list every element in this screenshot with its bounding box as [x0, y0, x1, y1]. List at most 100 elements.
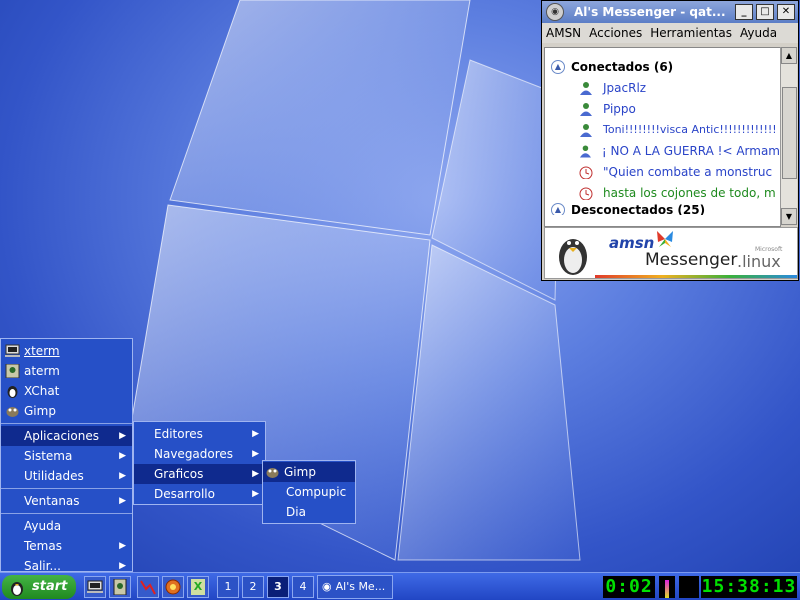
maximize-button[interactable]: □ — [756, 4, 774, 20]
contact-item[interactable]: "Quien combate a monstruc — [579, 161, 780, 182]
task-button-messenger[interactable]: ◉ Al's Me... — [317, 574, 393, 599]
menu-item-utilidades[interactable]: Utilidades ▶ — [1, 466, 132, 486]
launcher-aterm[interactable] — [109, 575, 131, 598]
aterm-icon — [113, 578, 127, 595]
banner-messenger-text: Messenger — [645, 250, 738, 270]
scrollbar-thumb[interactable] — [782, 87, 797, 179]
minimize-button[interactable]: _ — [735, 4, 753, 20]
menu-acciones[interactable]: Acciones — [585, 26, 646, 40]
menu-item-xchat[interactable]: XChat — [1, 381, 132, 401]
contact-item[interactable]: Toni!!!!!!!!visca Antic!!!!!!!!!!!!! — [579, 119, 780, 140]
start-label: start — [32, 579, 68, 594]
menu-ayuda[interactable]: Ayuda — [736, 26, 781, 40]
launcher-firebird[interactable] — [162, 575, 184, 598]
scroll-up-icon[interactable]: ▲ — [781, 47, 797, 64]
contact-list[interactable]: ▲ Conectados (6) JpacRlz Pippo Toni!!!!!… — [544, 47, 781, 227]
buddy-away-icon — [579, 187, 593, 200]
submenu-item-navegadores[interactable]: Navegadores ▶ — [134, 444, 265, 464]
aterm-icon — [5, 364, 20, 378]
workspace-4[interactable]: 4 — [292, 575, 314, 598]
menu-separator — [1, 488, 132, 489]
contact-name: "Quien combate a monstruc — [603, 164, 773, 179]
tux-icon — [559, 239, 587, 275]
volume-meter[interactable] — [659, 575, 675, 598]
window-title: Al's Messenger - qat... — [574, 5, 726, 19]
submenu-arrow-icon: ▶ — [119, 496, 126, 506]
group-online-header[interactable]: ▲ Conectados (6) — [551, 56, 780, 77]
messenger-app-icon: ◉ — [546, 3, 564, 21]
menu-item-label: Editores — [154, 427, 203, 441]
clock-value: 15:38:13 — [701, 576, 797, 597]
terminal-icon — [5, 344, 20, 357]
volume-level-bar — [665, 579, 669, 598]
menu-separator — [1, 513, 132, 514]
contact-name: JpacRlz — [603, 80, 647, 95]
contact-list-scrollbar[interactable]: ▲ ▼ — [780, 47, 797, 225]
gimp-icon — [6, 407, 19, 417]
messenger-titlebar[interactable]: ◉ Al's Messenger - qat... _ □ ✕ — [542, 1, 798, 23]
workspace-2[interactable]: 2 — [242, 575, 264, 598]
submenu-item-graficos[interactable]: Graficos ▶ — [134, 464, 265, 484]
submenu-item-gimp[interactable]: Gimp — [263, 462, 355, 482]
menu-item-sistema[interactable]: Sistema ▶ — [1, 446, 132, 466]
close-button[interactable]: ✕ — [777, 4, 795, 20]
menu-amsn[interactable]: AMSN — [542, 26, 585, 40]
submenu-arrow-icon: ▶ — [252, 489, 259, 499]
menu-item-label: xterm — [24, 344, 60, 358]
submenu-item-compupic[interactable]: Compupic — [263, 482, 355, 502]
contact-item[interactable]: Pippo — [579, 98, 780, 119]
submenu-item-editores[interactable]: Editores ▶ — [134, 424, 265, 444]
buddy-online-icon — [579, 144, 591, 157]
buddy-online-icon — [580, 102, 592, 116]
submenu-item-dia[interactable]: Dia — [263, 502, 355, 522]
menu-item-salir[interactable]: Salir... ▶ — [1, 556, 132, 572]
messenger-app-icon: ◉ — [322, 580, 332, 593]
menu-item-aplicaciones[interactable]: Aplicaciones ▶ — [1, 426, 132, 446]
aplicaciones-submenu[interactable]: Editores ▶ Navegadores ▶ Graficos ▶ Desa… — [133, 421, 266, 505]
tux-icon — [11, 581, 23, 596]
menu-herramientas[interactable]: Herramientas — [646, 26, 736, 40]
contact-name: ¡ NO A LA GUERRA !< Armam — [601, 143, 780, 158]
menu-item-label: Gimp — [24, 404, 56, 418]
menu-item-xterm[interactable]: xterm — [1, 341, 132, 361]
menu-item-label: Ventanas — [24, 494, 80, 508]
workspace-1[interactable]: 1 — [217, 575, 239, 598]
graficos-submenu[interactable]: Gimp Compupic Dia — [262, 460, 356, 524]
contact-item[interactable]: hasta los cojones de todo, m — [579, 182, 780, 203]
taskbar: start X 1 2 3 4 ◉ Al's Me... 0:02 15:38:… — [0, 572, 800, 600]
launcher-terminal[interactable] — [84, 575, 106, 598]
group-online-label: Conectados (6) — [571, 59, 674, 74]
group-offline-label: Desconectados (25) — [571, 203, 706, 215]
banner-linux-text: .linux — [737, 252, 781, 271]
submenu-item-desarrollo[interactable]: Desarrollo ▶ — [134, 484, 265, 504]
contact-item[interactable]: ¡ NO A LA GUERRA !< Armam — [579, 140, 780, 161]
submenu-arrow-icon: ▶ — [119, 561, 126, 571]
menu-item-label: Gimp — [284, 465, 316, 479]
launcher-x[interactable]: X — [187, 575, 209, 598]
menu-item-label: Aplicaciones — [24, 429, 99, 443]
group-offline-header[interactable]: ▲ Desconectados (25) — [551, 203, 780, 215]
collapse-icon: ▲ — [551, 203, 565, 215]
contact-name: Toni!!!!!!!!visca Antic!!!!!!!!!!!!! — [603, 123, 777, 136]
msn-banner: amsn Messenger .linux Microsoft — [544, 227, 798, 279]
msn-butterfly-icon — [657, 231, 673, 247]
workspace-3[interactable]: 3 — [267, 575, 289, 598]
clock-display: 15:38:13 — [701, 575, 797, 598]
menu-item-label: Temas — [24, 539, 62, 553]
menu-item-temas[interactable]: Temas ▶ — [1, 536, 132, 556]
scroll-down-icon[interactable]: ▼ — [781, 208, 797, 225]
menu-item-aterm[interactable]: aterm — [1, 361, 132, 381]
menu-item-ayuda[interactable]: Ayuda — [1, 516, 132, 536]
start-menu[interactable]: xterm aterm XChat Gimp Aplicaciones ▶ Si… — [0, 338, 133, 572]
cpu-graph-icon — [140, 579, 156, 594]
messenger-window[interactable]: ◉ Al's Messenger - qat... _ □ ✕ AMSN Acc… — [541, 0, 799, 281]
submenu-arrow-icon: ▶ — [252, 429, 259, 439]
start-button[interactable]: start — [2, 574, 76, 599]
menu-item-label: Sistema — [24, 449, 73, 463]
contact-item[interactable]: JpacRlz — [579, 77, 780, 98]
menu-item-ventanas[interactable]: Ventanas ▶ — [1, 491, 132, 511]
menu-item-gimp[interactable]: Gimp — [1, 401, 132, 421]
launcher-monitor[interactable] — [137, 575, 159, 598]
submenu-arrow-icon: ▶ — [119, 471, 126, 481]
menu-item-label: Salir... — [24, 559, 61, 572]
